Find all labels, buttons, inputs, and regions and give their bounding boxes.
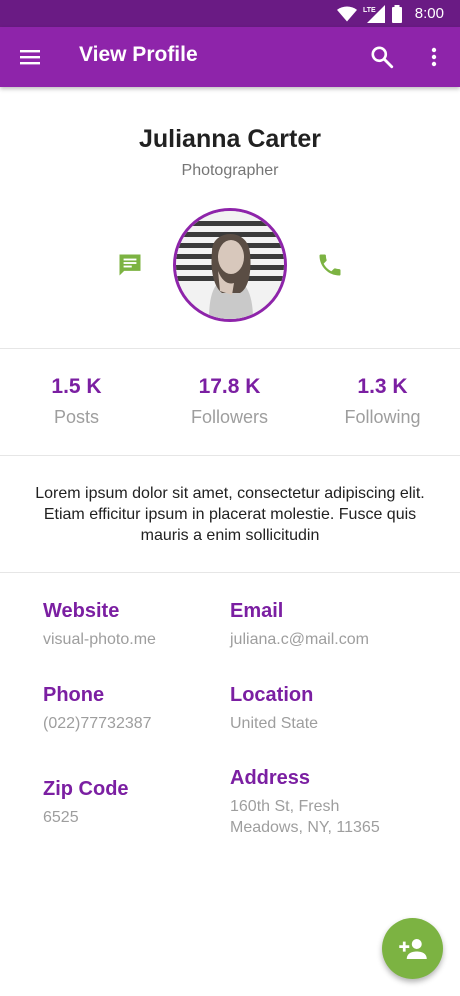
page-title: View Profile	[79, 43, 198, 66]
location-label: Location	[230, 684, 314, 706]
message-icon	[119, 254, 141, 276]
stat-value: 17.8 K	[198, 375, 261, 398]
menu-button[interactable]	[18, 45, 42, 69]
zip-value: 6525	[43, 809, 79, 826]
address-label: Address	[230, 767, 311, 789]
more-options-button[interactable]	[422, 45, 446, 69]
profile-role: Photographer	[181, 162, 279, 179]
profile-bio: Lorem ipsum dolor sit amet, consectetur …	[35, 485, 425, 544]
stat-label: Following	[344, 407, 421, 427]
battery-icon	[391, 4, 402, 23]
email-label: Email	[230, 600, 284, 622]
wifi-icon	[336, 6, 357, 21]
status-bar: LTE 8:00	[0, 0, 460, 27]
message-button[interactable]	[116, 251, 144, 279]
website-info: Website visual-photo.me	[43, 600, 243, 650]
add-contact-button[interactable]	[382, 918, 443, 979]
status-time: 8:00	[414, 5, 444, 22]
phone-label: Phone	[43, 684, 105, 706]
stat-followers[interactable]: 17.8 K Followers	[153, 375, 306, 428]
profile-name: Julianna Carter	[138, 125, 321, 153]
avatar[interactable]	[173, 208, 287, 322]
profile-photo	[176, 211, 284, 319]
phone-info: Phone (022)77732387	[43, 684, 243, 734]
stat-posts[interactable]: 1.5 K Posts	[0, 375, 153, 428]
zip-info: Zip Code 6525	[43, 778, 243, 828]
stat-label: Posts	[53, 407, 100, 427]
address-line-2: Meadows, NY, 11365	[230, 819, 380, 836]
email-link[interactable]: juliana.c@mail.com	[230, 629, 430, 650]
stat-label: Followers	[190, 407, 269, 427]
divider	[0, 455, 460, 456]
divider	[0, 572, 460, 573]
phone-icon	[319, 254, 341, 276]
search-icon	[371, 46, 394, 69]
stat-value: 1.5 K	[51, 375, 102, 398]
divider	[0, 348, 460, 349]
phone-link[interactable]: (022)77732387	[43, 713, 243, 734]
address-line-1: 160th St, Fresh	[230, 798, 340, 815]
stat-value: 1.3 K	[357, 375, 408, 398]
call-button[interactable]	[316, 251, 344, 279]
stat-following[interactable]: 1.3 K Following	[306, 375, 459, 428]
address-value: 160th St, Fresh Meadows, NY, 11365	[230, 796, 430, 838]
network-type-label: LTE	[363, 7, 376, 14]
menu-icon	[20, 50, 40, 65]
person-add-icon	[398, 938, 427, 959]
website-link[interactable]: visual-photo.me	[43, 629, 243, 650]
zip-label: Zip Code	[43, 778, 129, 800]
location-value: United State	[230, 715, 319, 732]
search-button[interactable]	[369, 44, 395, 70]
address-info: Address 160th St, Fresh Meadows, NY, 113…	[230, 767, 430, 838]
location-info: Location United State	[230, 684, 430, 734]
signal-icon: LTE	[363, 4, 385, 23]
app-bar: View Profile	[0, 27, 460, 87]
email-info: Email juliana.c@mail.com	[230, 600, 430, 650]
website-label: Website	[43, 600, 120, 622]
more-vert-icon	[431, 47, 437, 67]
